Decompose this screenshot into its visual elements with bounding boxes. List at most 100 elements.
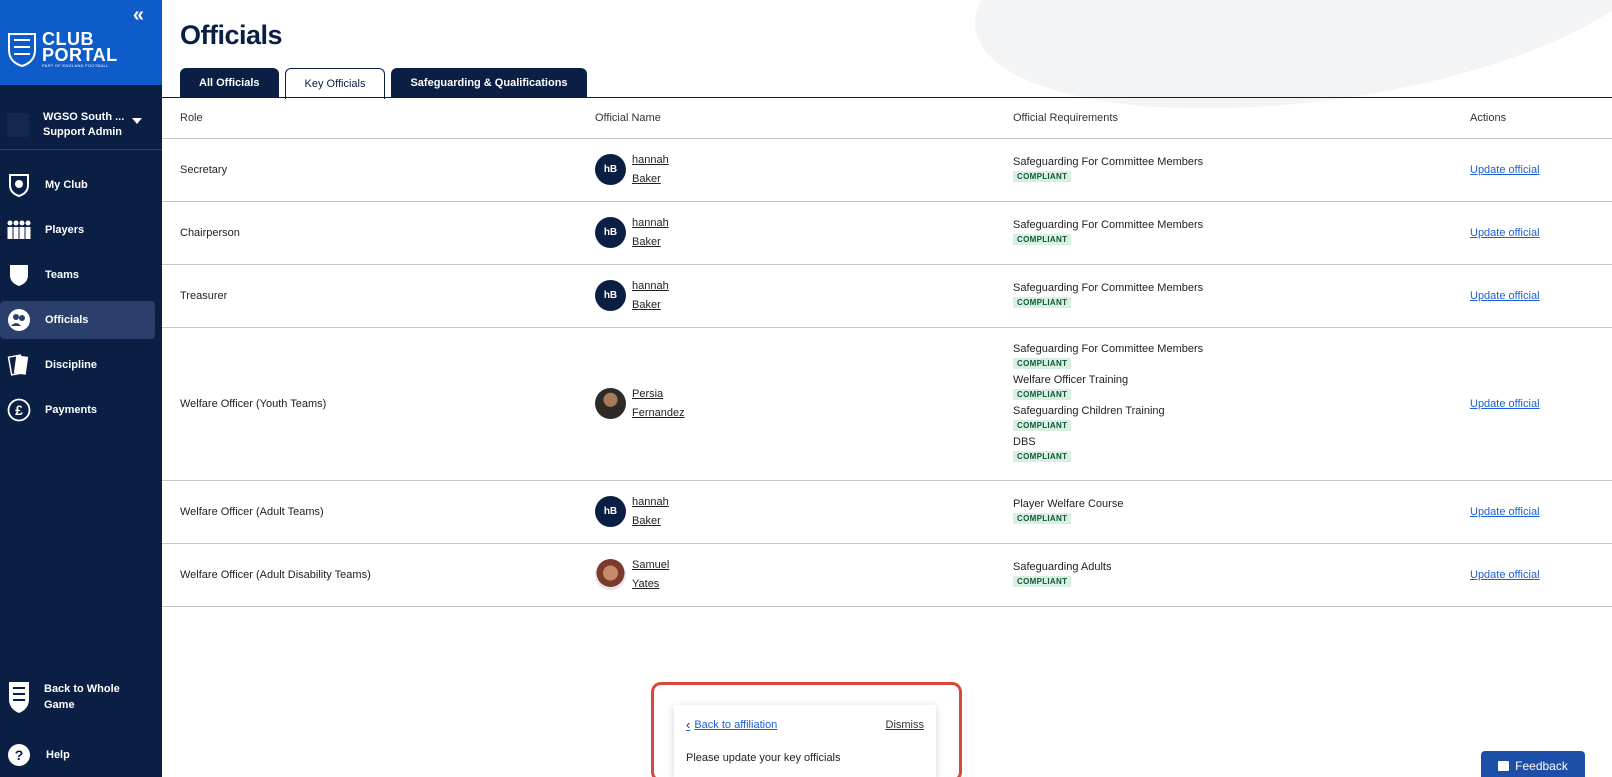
- avatar: hB: [595, 217, 626, 248]
- status-badge: COMPLIANT: [1013, 513, 1072, 524]
- user-role: Support Admin: [43, 125, 123, 138]
- affiliation-popup: ‹ Back to affiliation Dismiss Please upd…: [674, 705, 936, 777]
- role-cell: Secretary: [162, 138, 595, 202]
- team-shield-icon: [6, 262, 32, 288]
- chevron-down-icon[interactable]: [132, 118, 142, 124]
- official-last-name-link[interactable]: Baker: [632, 512, 669, 531]
- column-header-official-name: Official Name: [595, 98, 1013, 139]
- status-badge: COMPLIANT: [1013, 297, 1072, 308]
- official-first-name-link[interactable]: hannah: [632, 214, 669, 233]
- back-to-affiliation-link[interactable]: ‹ Back to affiliation: [686, 717, 777, 732]
- sidebar-item-my-club[interactable]: My Club: [0, 162, 162, 207]
- help-link[interactable]: ? Help: [0, 740, 162, 770]
- official-first-name-link[interactable]: Persia: [632, 385, 685, 404]
- collapse-sidebar-button[interactable]: «: [133, 4, 144, 27]
- status-badge: COMPLIANT: [1013, 234, 1072, 245]
- avatar: hB: [595, 280, 626, 311]
- avatar: [595, 388, 626, 419]
- official-last-name-link[interactable]: Baker: [632, 233, 669, 252]
- role-cell: Welfare Officer (Adult Disability Teams): [162, 543, 595, 607]
- three-lions-icon: [8, 33, 36, 68]
- shield-icon: [6, 172, 32, 198]
- table-header-row: Role Official Name Official Requirements…: [162, 98, 1612, 139]
- requirement-name: DBS: [1013, 435, 1036, 448]
- tab-key-officials[interactable]: Key Officials: [284, 68, 386, 99]
- column-header-requirements: Official Requirements: [1013, 98, 1470, 139]
- official-last-name-link[interactable]: Baker: [632, 170, 669, 189]
- key-officials-table: Role Official Name Official Requirements…: [162, 98, 1612, 607]
- club-switcher[interactable]: WGSO South ... Support Admin: [0, 100, 162, 150]
- sidebar-item-label: Officials: [45, 314, 89, 326]
- pound-icon: £: [6, 397, 32, 423]
- official-first-name-link[interactable]: Samuel: [632, 556, 669, 575]
- column-header-role: Role: [162, 98, 595, 139]
- officials-tabs: All Officials Key Officials Safeguarding…: [180, 68, 587, 99]
- chevron-left-icon: ‹: [686, 717, 691, 732]
- avatar: hB: [595, 154, 626, 185]
- feedback-icon: [1498, 761, 1510, 771]
- players-icon: [6, 217, 32, 243]
- requirement-name: Safeguarding For Committee Members: [1013, 342, 1204, 355]
- status-badge: COMPLIANT: [1013, 388, 1072, 400]
- requirement-name: Safeguarding Children Training: [1013, 404, 1165, 417]
- sidebar-header: « CLUB PORTAL PART OF ENGLAND FOOTBALL: [0, 0, 162, 85]
- column-header-actions: Actions: [1470, 98, 1612, 139]
- update-official-link[interactable]: Update official: [1470, 398, 1540, 410]
- back-to-whole-game-link[interactable]: Back to Whole Game: [0, 672, 162, 722]
- role-cell: Chairperson: [162, 201, 595, 265]
- main-content: Officials All Officials Key Officials Sa…: [162, 0, 1612, 777]
- back-line1: Back to Whole: [44, 683, 120, 695]
- official-last-name-link[interactable]: Baker: [632, 296, 669, 315]
- sidebar-item-officials[interactable]: Officials: [0, 301, 155, 339]
- requirement-name: Safeguarding Adults: [1013, 561, 1112, 573]
- club-badge-icon: [7, 112, 29, 137]
- update-official-link[interactable]: Update official: [1470, 506, 1540, 518]
- sidebar-item-discipline[interactable]: Discipline: [0, 342, 162, 387]
- role-cell: Welfare Officer (Youth Teams): [162, 327, 595, 481]
- update-official-link[interactable]: Update official: [1470, 290, 1540, 302]
- role-cell: Treasurer: [162, 264, 595, 328]
- requirement-name: Safeguarding For Committee Members: [1013, 282, 1204, 294]
- sidebar-item-teams[interactable]: Teams: [0, 252, 162, 297]
- sidebar-nav: My Club Players Teams Officials Discipli…: [0, 162, 162, 432]
- sidebar-item-label: Players: [45, 223, 85, 236]
- sidebar-item-label: Discipline: [45, 358, 97, 371]
- club-name: WGSO South ...: [43, 110, 125, 123]
- logo-tagline: PART OF ENGLAND FOOTBALL: [42, 62, 109, 68]
- update-official-link[interactable]: Update official: [1470, 569, 1540, 581]
- club-portal-logo[interactable]: CLUB PORTAL PART OF ENGLAND FOOTBALL: [6, 30, 118, 68]
- official-first-name-link[interactable]: hannah: [632, 277, 669, 296]
- feedback-button[interactable]: Feedback: [1481, 751, 1585, 777]
- feedback-label: Feedback: [1515, 759, 1568, 773]
- update-official-link[interactable]: Update official: [1470, 164, 1540, 176]
- status-badge: COMPLIANT: [1013, 171, 1072, 182]
- dismiss-button[interactable]: Dismiss: [886, 719, 925, 731]
- table-row: Welfare Officer (Adult Teams) hB hannah …: [162, 480, 1612, 544]
- logo-line2: PORTAL: [42, 44, 118, 65]
- help-label: Help: [46, 749, 70, 761]
- sidebar: « CLUB PORTAL PART OF ENGLAND FOOTBALL W…: [0, 0, 162, 777]
- tab-all-officials[interactable]: All Officials: [180, 68, 279, 98]
- requirement-name: Player Welfare Course: [1013, 498, 1124, 510]
- table-row: Welfare Officer (Adult Disability Teams)…: [162, 543, 1612, 607]
- update-official-link[interactable]: Update official: [1470, 227, 1540, 239]
- sidebar-item-players[interactable]: Players: [0, 207, 162, 252]
- official-last-name-link[interactable]: Yates: [632, 575, 669, 594]
- sidebar-item-label: Payments: [45, 403, 97, 416]
- cards-icon: [6, 352, 32, 378]
- sidebar-item-label: My Club: [45, 178, 88, 191]
- tab-safeguarding-qualifications[interactable]: Safeguarding & Qualifications: [391, 68, 587, 98]
- status-badge: COMPLIANT: [1013, 450, 1072, 462]
- role-cell: Welfare Officer (Adult Teams): [162, 480, 595, 544]
- requirement-name: Welfare Officer Training: [1013, 373, 1129, 386]
- table-row: Chairperson hB hannah Baker Safeguarding…: [162, 201, 1612, 265]
- table-row: Secretary hB hannah Baker Safeguarding F…: [162, 138, 1612, 202]
- sidebar-item-payments[interactable]: £ Payments: [0, 387, 162, 432]
- avatar: hB: [595, 496, 626, 527]
- table-row: Welfare Officer (Youth Teams) Persia Fer…: [162, 327, 1612, 481]
- official-last-name-link[interactable]: Fernandez: [632, 404, 685, 423]
- officials-icon: [6, 307, 32, 333]
- popup-message: Please update your key officials: [686, 752, 841, 764]
- official-first-name-link[interactable]: hannah: [632, 493, 669, 512]
- official-first-name-link[interactable]: hannah: [632, 151, 669, 170]
